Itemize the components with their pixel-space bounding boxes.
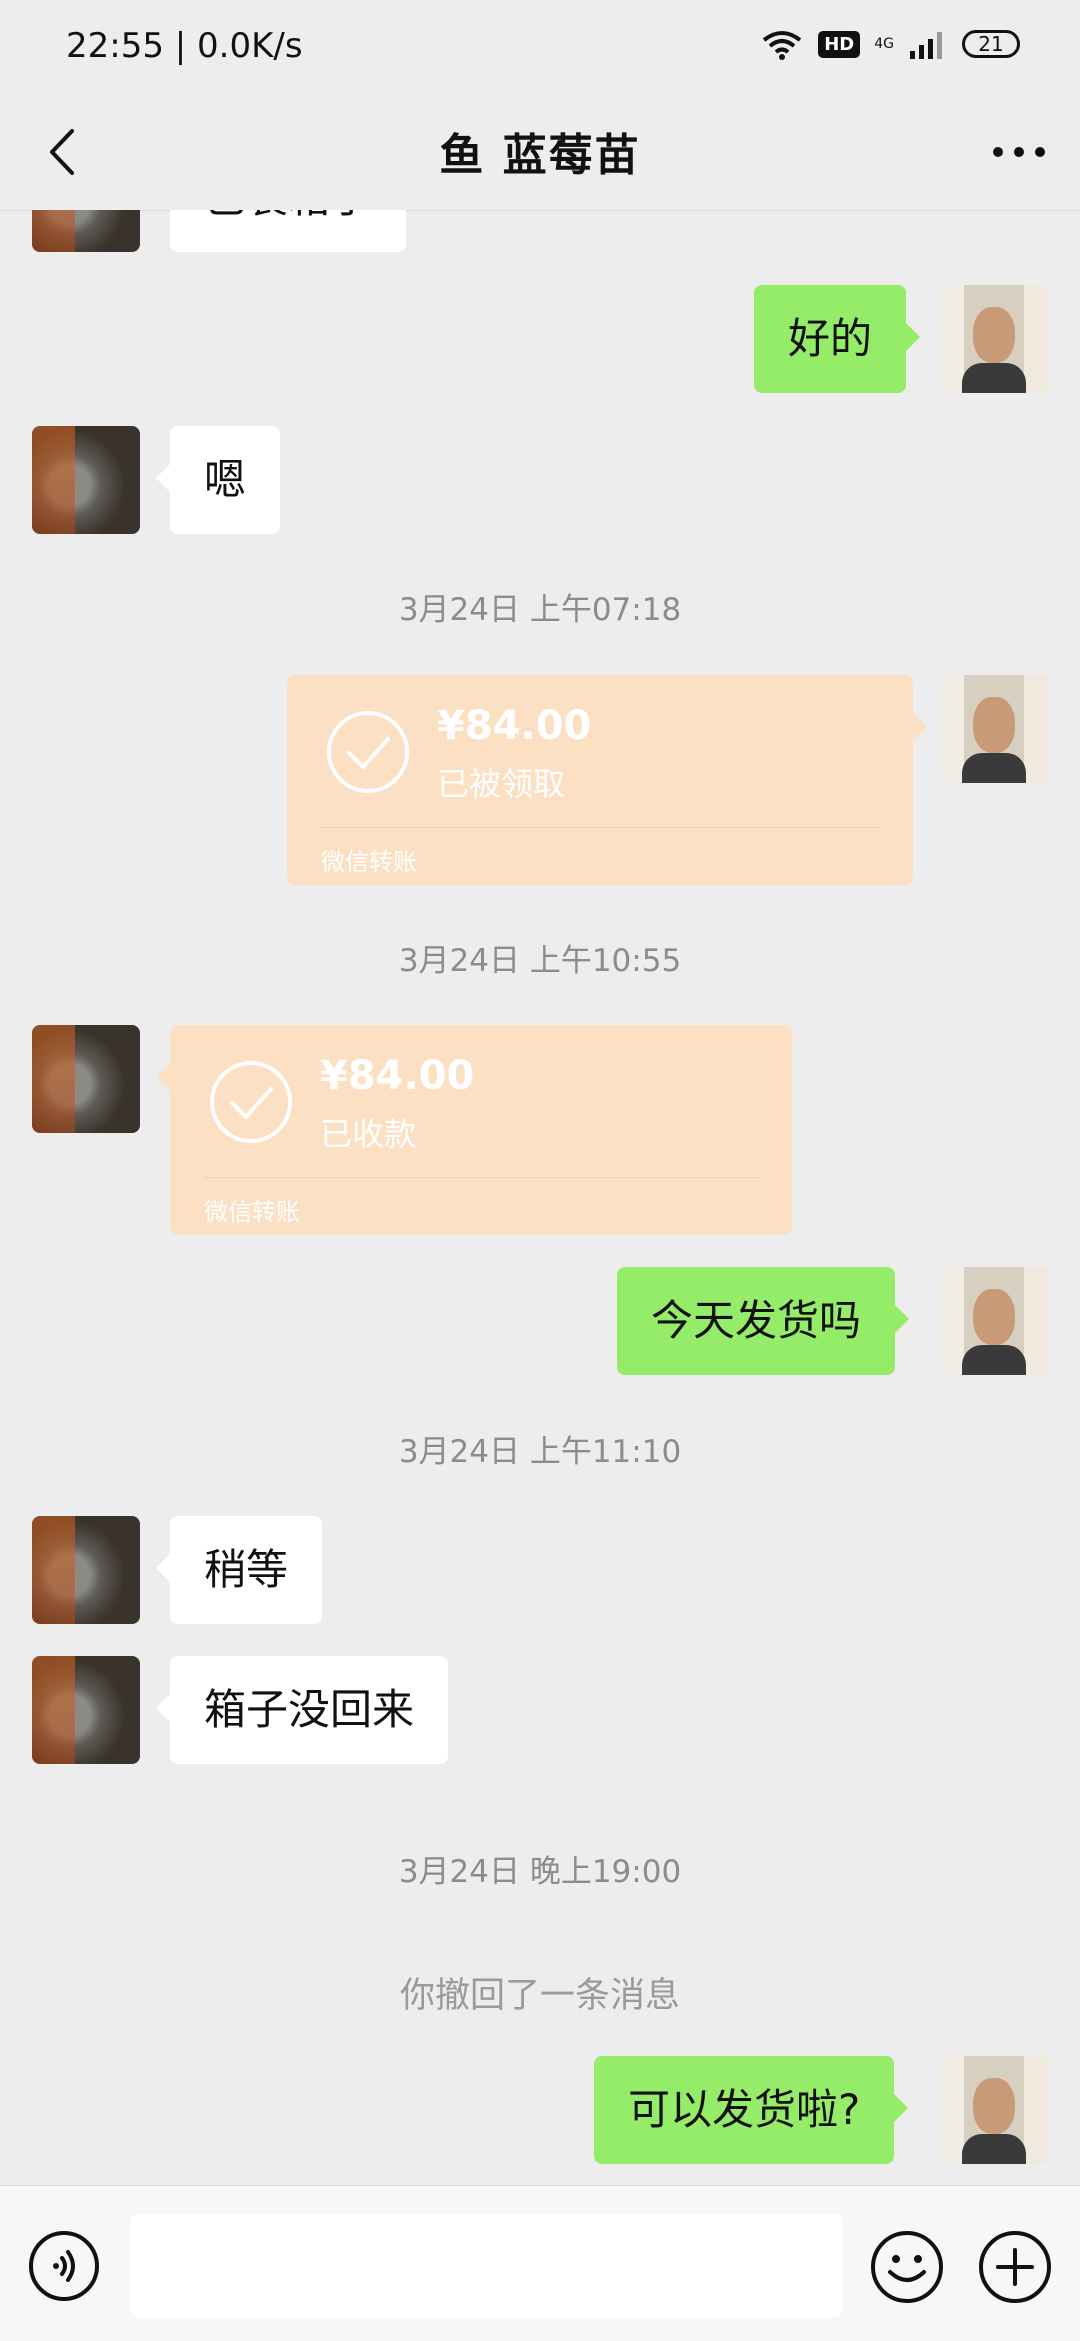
transfer-status: 已被领取 (437, 765, 566, 803)
input-bar (0, 2185, 1080, 2341)
chat-title: 鱼 蓝莓苗 (439, 130, 641, 181)
battery-indicator: 21 (962, 30, 1020, 58)
transfer-source: 微信转账 (204, 1198, 300, 1226)
contact-avatar[interactable] (32, 1025, 140, 1133)
signal-icon (910, 32, 942, 59)
status-bar: 22:55 | 0.0K/s HD 4G 21 (0, 0, 1080, 95)
contact-avatar[interactable] (32, 210, 140, 252)
contact-avatar[interactable] (32, 426, 140, 534)
message-bubble-sent[interactable]: 好的 (754, 285, 921, 393)
chat-header: 鱼 蓝莓苗 (0, 95, 1080, 211)
network-type: 4G (874, 36, 894, 52)
voice-button[interactable] (28, 2230, 100, 2302)
contact-avatar[interactable] (32, 1516, 140, 1624)
plus-icon (979, 2231, 1051, 2303)
emoji-icon (871, 2231, 943, 2303)
more-button[interactable] (984, 117, 1054, 187)
transfer-amount: ¥84.00 (320, 1053, 475, 1099)
emoji-button[interactable] (870, 2230, 944, 2304)
message-input[interactable] (130, 2214, 842, 2318)
wifi-icon (762, 31, 802, 60)
check-circle-icon (327, 711, 409, 793)
message-bubble-sent[interactable]: 可以发货啦? (594, 2056, 909, 2164)
transfer-divider (204, 1177, 758, 1178)
voice-icon (29, 2231, 99, 2301)
transfer-card-received[interactable]: ¥84.00 已收款 微信转账 (156, 1025, 792, 1235)
message-bubble-received[interactable]: 稍等 (155, 1516, 323, 1624)
more-functions-button[interactable] (978, 2230, 1052, 2304)
status-icons: HD 4G 21 (760, 28, 1020, 60)
timestamp: 3月24日 上午11:10 (398, 1434, 682, 1470)
contact-avatar[interactable] (32, 1656, 140, 1764)
message-bubble-sent[interactable]: 今天发货吗 (617, 1267, 910, 1375)
timestamp: 3月24日 上午10:55 (398, 943, 682, 979)
status-time: 22:55 | 0.0K/s (66, 26, 303, 66)
timestamp: 3月24日 晚上19:00 (398, 1854, 682, 1890)
transfer-status: 已收款 (320, 1115, 417, 1153)
timestamp: 3月24日 上午07:18 (398, 592, 682, 628)
my-avatar[interactable] (940, 2056, 1048, 2164)
transfer-divider (321, 827, 879, 828)
chat-messages[interactable]: 已装箱了 好的 嗯 3月24日 上午07:18 ¥84.00 已被领取 微信转账… (0, 210, 1080, 2185)
transfer-source: 微信转账 (321, 848, 417, 876)
my-avatar[interactable] (940, 675, 1048, 783)
check-circle-icon (210, 1061, 292, 1143)
recall-notice: 你撤回了一条消息 (399, 1976, 680, 2016)
my-avatar[interactable] (940, 285, 1048, 393)
transfer-card-sent[interactable]: ¥84.00 已被领取 微信转账 (287, 675, 927, 885)
more-dots-icon (993, 147, 1045, 157)
hd-badge: HD (818, 30, 861, 58)
message-bubble-received[interactable]: 嗯 (155, 426, 281, 534)
transfer-amount: ¥84.00 (437, 703, 592, 749)
message-bubble-received[interactable]: 箱子没回来 (155, 1656, 449, 1764)
message-bubble-received[interactable]: 已装箱了 (170, 210, 407, 252)
my-avatar[interactable] (940, 1267, 1048, 1375)
